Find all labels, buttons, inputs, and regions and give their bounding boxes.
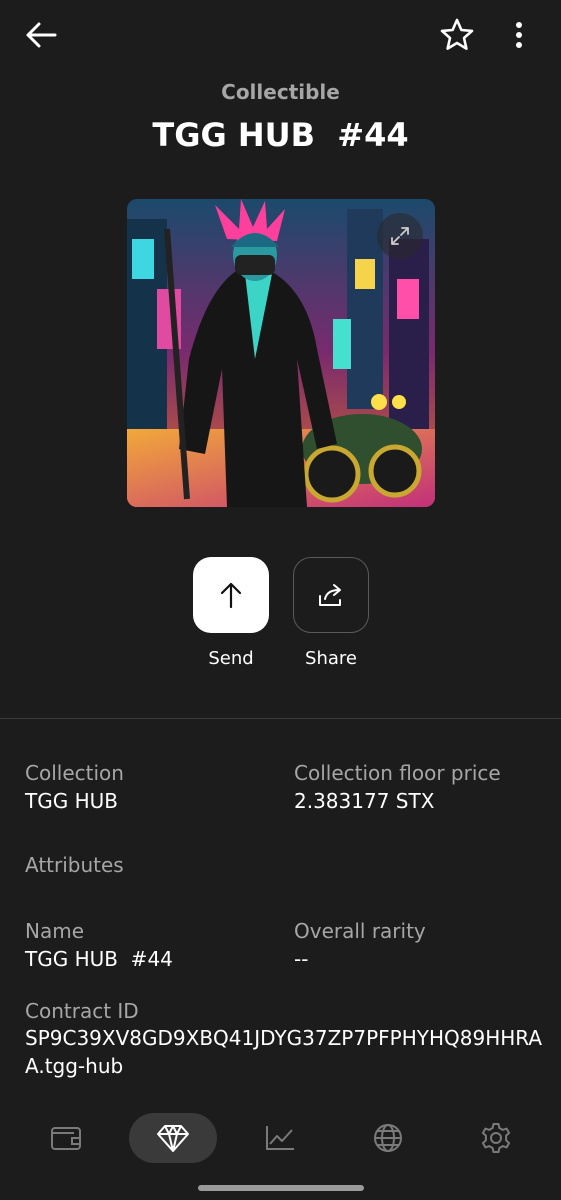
share-button[interactable] [293, 557, 369, 633]
nav-browser[interactable] [344, 1113, 432, 1163]
collectible-detail-screen: Collectible TGG HUB #44 Send Share Colle… [0, 0, 561, 1200]
share-label: Share [305, 648, 357, 669]
nav-activity[interactable] [236, 1113, 324, 1163]
send-button[interactable] [193, 557, 269, 633]
back-button[interactable] [18, 14, 64, 56]
diamond-icon [157, 1125, 189, 1152]
collectible-image[interactable] [127, 199, 435, 507]
collection-value: TGG HUB [25, 789, 118, 813]
bottom-nav [0, 1108, 561, 1172]
floor-price-label: Collection floor price [294, 761, 501, 785]
nav-collectibles[interactable] [129, 1113, 217, 1163]
globe-icon [374, 1124, 402, 1152]
wallet-icon [51, 1127, 81, 1150]
star-icon [440, 18, 474, 50]
contract-id-label: Contract ID [25, 999, 139, 1023]
send-label: Send [208, 648, 254, 669]
page-subtitle: Collectible [221, 80, 340, 104]
expand-button[interactable] [377, 213, 423, 259]
expand-icon [391, 227, 409, 245]
more-vertical-icon [516, 22, 522, 48]
gear-icon [481, 1123, 511, 1153]
floor-price-value: 2.383177 STX [294, 789, 435, 813]
page-title: TGG HUB #44 [152, 116, 409, 154]
arrow-left-icon [26, 22, 57, 48]
nav-wallet[interactable] [22, 1113, 110, 1163]
section-divider [0, 718, 561, 719]
top-bar [0, 0, 561, 72]
chart-icon [266, 1126, 294, 1150]
share-icon [319, 584, 341, 606]
arrow-up-icon [220, 582, 242, 609]
rarity-value: -- [294, 947, 309, 971]
name-value: TGG HUB #44 [25, 947, 173, 971]
collection-label: Collection [25, 761, 124, 785]
contract-id-value[interactable]: SP9C39XV8GD9XBQ41JDYG37ZP7PFPHYHQ89HHRAA… [25, 1024, 545, 1080]
attributes-heading: Attributes [25, 853, 124, 877]
more-options-button[interactable] [500, 12, 538, 58]
rarity-label: Overall rarity [294, 919, 426, 943]
nav-settings[interactable] [452, 1113, 540, 1163]
gesture-handle[interactable] [198, 1185, 364, 1191]
favorite-button[interactable] [434, 12, 480, 58]
name-label: Name [25, 919, 85, 943]
